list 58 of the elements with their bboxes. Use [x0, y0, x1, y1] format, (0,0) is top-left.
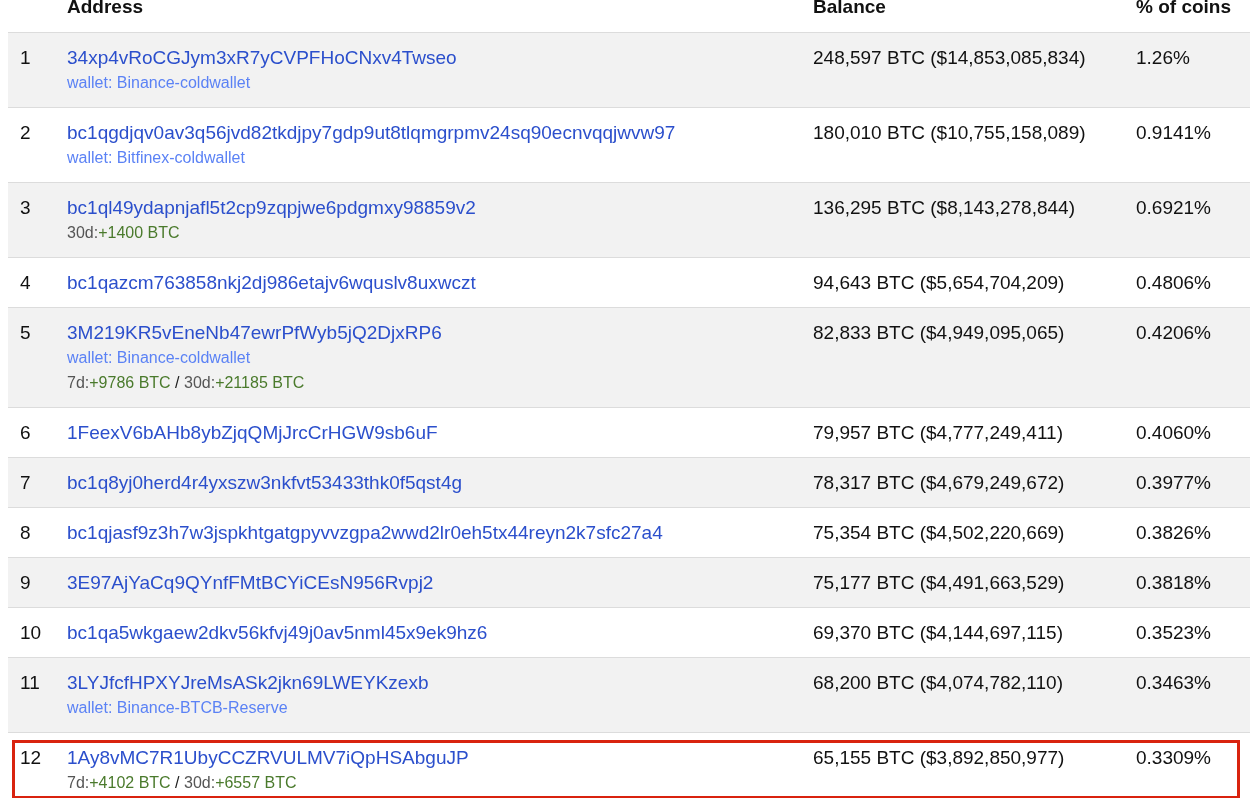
rank-number: 3 — [20, 196, 31, 220]
balance-value: 75,177 BTC ($4,491,663,529) — [813, 571, 1065, 595]
rank-number: 7 — [20, 471, 31, 495]
balance-value: 78,317 BTC ($4,679,249,672) — [813, 471, 1065, 495]
address-link[interactable]: bc1qjasf9z3h7w3jspkhtgatgpyvvzgpa2wwd2lr0eh5tx44reyn2k7sfc27a4 — [67, 521, 663, 545]
coin-percentage: 0.9141% — [1136, 121, 1211, 145]
balance-value: 75,354 BTC ($4,502,220,669) — [813, 521, 1065, 545]
address-link[interactable]: bc1ql49ydapnjafl5t2cp9zqpjwe6pdgmxy98859v2 — [67, 196, 476, 220]
rank-number: 6 — [20, 421, 31, 445]
wallet-link[interactable]: wallet: Binance-BTCB-Reserve — [67, 695, 288, 720]
address-link[interactable]: 3LYJfcfHPXYJreMsASk2jkn69LWEYKzexb — [67, 671, 429, 695]
rank-number: 9 — [20, 571, 31, 595]
address-link[interactable]: 3E97AjYaCq9QYnfFMtBCYiCEsN956Rvpj2 — [67, 571, 434, 595]
wallet-link[interactable]: wallet: Binance-coldwallet — [67, 345, 251, 370]
column-header: % of coins — [1136, 0, 1231, 17]
coin-percentage: 0.3463% — [1136, 671, 1211, 695]
coin-percentage: 0.4060% — [1136, 421, 1211, 445]
rank-number: 5 — [20, 321, 31, 345]
address-link[interactable]: bc1q8yj0herd4r4yxszw3nkfvt53433thk0f5qst4g — [67, 471, 463, 495]
rank-number: 1 — [20, 46, 31, 70]
coin-percentage: 1.26% — [1136, 46, 1190, 70]
coin-percentage: 0.3977% — [1136, 471, 1211, 495]
address-link[interactable]: 34xp4vRoCGJym3xR7yCVPFHoCNxv4Twseo — [67, 46, 457, 70]
balance-value: 69,370 BTC ($4,144,697,115) — [813, 621, 1063, 645]
coin-percentage: 0.6921% — [1136, 196, 1211, 220]
column-header: Address — [67, 0, 144, 17]
coin-percentage: 0.3523% — [1136, 621, 1211, 645]
balance-value: 180,010 BTC ($10,755,158,089) — [813, 121, 1086, 145]
wallet-link[interactable]: wallet: Binance-coldwallet — [67, 70, 251, 95]
address-link[interactable]: bc1qazcm763858nkj2dj986etajv6wquslv8uxwczt — [67, 271, 476, 295]
coin-percentage: 0.3818% — [1136, 571, 1211, 595]
balance-value: 65,155 BTC ($3,892,850,977) — [813, 746, 1065, 770]
coin-percentage: 0.4806% — [1136, 271, 1211, 295]
coin-percentage: 0.3826% — [1136, 521, 1211, 545]
rank-number: 11 — [20, 671, 40, 695]
balance-value: 136,295 BTC ($8,143,278,844) — [813, 196, 1075, 220]
coin-percentage: 0.3309% — [1136, 746, 1211, 770]
balance-change: 30d:+1400 BTC — [67, 223, 180, 243]
address-link[interactable]: 1FeexV6bAHb8ybZjqQMjJrcCrHGW9sb6uF — [67, 421, 438, 445]
wallet-link[interactable]: wallet: Bitfinex-coldwallet — [67, 145, 245, 170]
balance-value: 248,597 BTC ($14,853,085,834) — [813, 46, 1086, 70]
balance-change: 7d:+9786 BTC / 30d:+21185 BTC — [67, 373, 305, 393]
rank-number: 8 — [20, 521, 31, 545]
balance-value: 68,200 BTC ($4,074,782,110) — [813, 671, 1063, 695]
balance-value: 94,643 BTC ($5,654,704,209) — [813, 271, 1065, 295]
rank-number: 10 — [20, 621, 42, 645]
address-link[interactable]: bc1qgdjqv0av3q56jvd82tkdjpy7gdp9ut8tlqmgrpmv24sq90ecnvqqjwvw97 — [67, 121, 676, 145]
rank-number: 12 — [20, 746, 42, 770]
address-link[interactable]: bc1qa5wkgaew2dkv56kfvj49j0av5nml45x9ek9hz6 — [67, 621, 488, 645]
balance-value: 82,833 BTC ($4,949,095,065) — [813, 321, 1065, 345]
rank-number: 2 — [20, 121, 31, 145]
balance-change: 7d:+4102 BTC / 30d:+6557 BTC — [67, 773, 297, 793]
address-link[interactable]: 3M219KR5vEneNb47ewrPfWyb5jQ2DjxRP6 — [67, 321, 442, 345]
column-header: Balance — [813, 0, 886, 17]
coin-percentage: 0.4206% — [1136, 321, 1211, 345]
balance-value: 79,957 BTC ($4,777,249,411) — [813, 421, 1063, 445]
address-link[interactable]: 1Ay8vMC7R1UbyCCZRVULMV7iQpHSAbguJP — [67, 746, 469, 770]
rank-number: 4 — [20, 271, 31, 295]
